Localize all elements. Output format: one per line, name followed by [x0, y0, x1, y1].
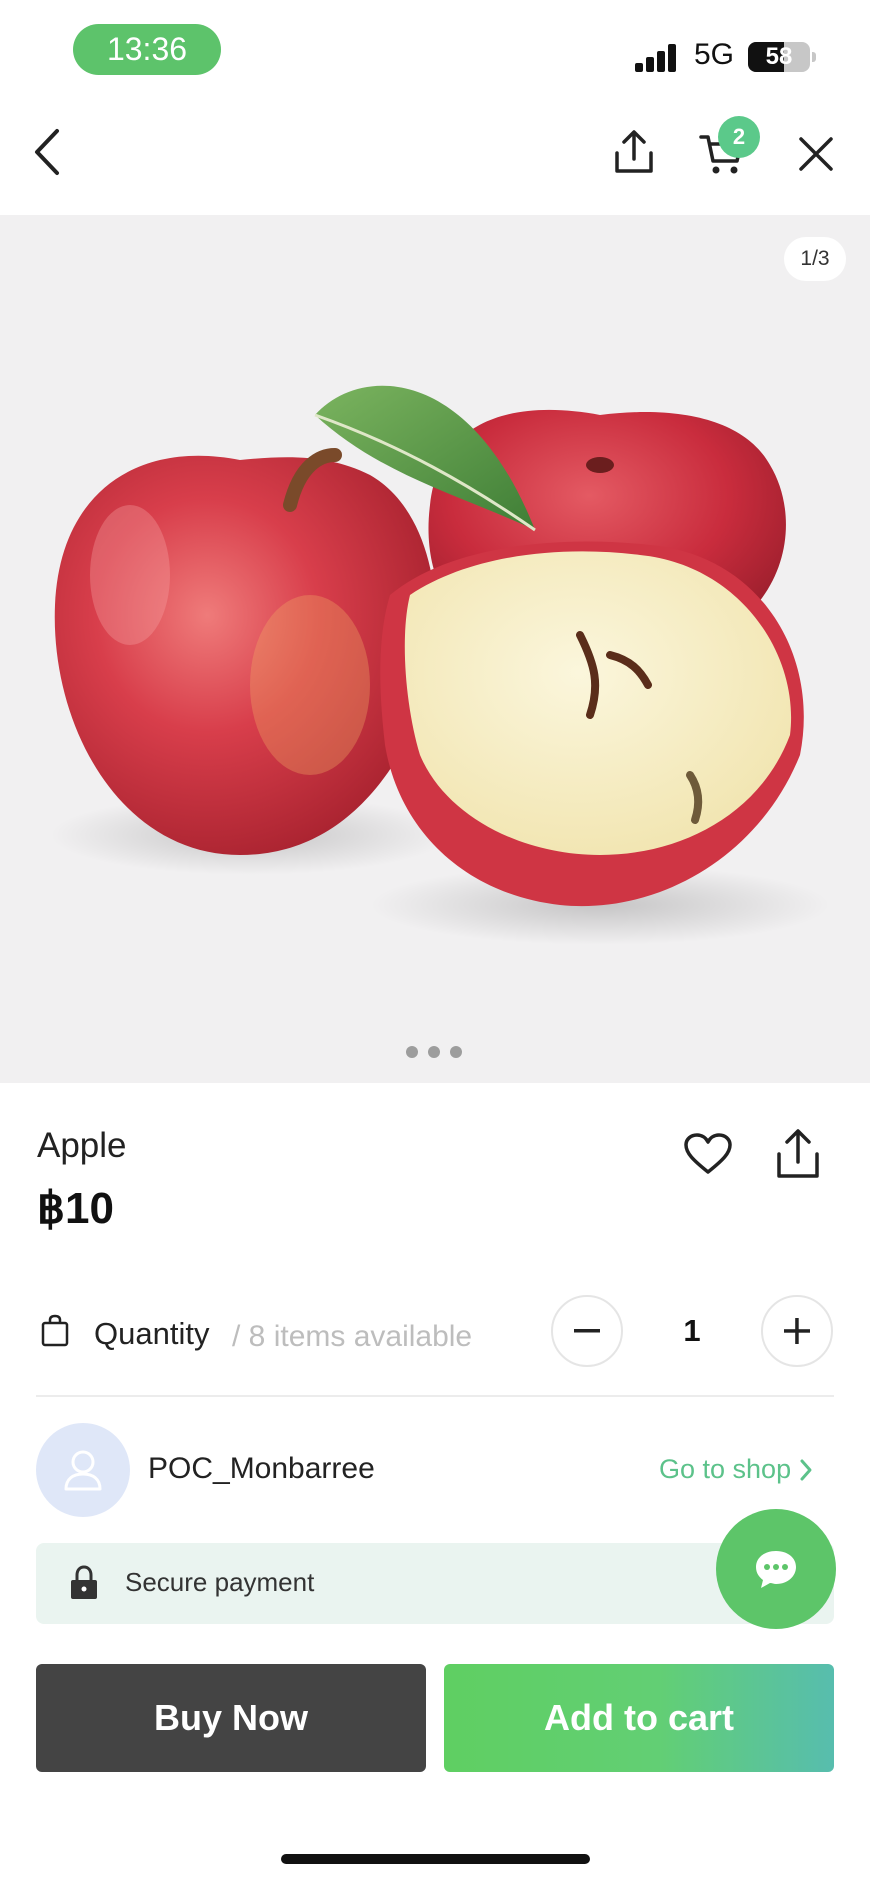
shop-avatar[interactable] [36, 1423, 130, 1517]
go-to-shop-label: Go to shop [659, 1454, 792, 1484]
cart-count-badge: 2 [718, 116, 760, 158]
share-icon [777, 1129, 819, 1178]
pagination-dot[interactable] [450, 1046, 462, 1058]
product-price: ฿10 [37, 1184, 114, 1233]
shopping-bag-icon [40, 1314, 70, 1353]
share-button[interactable] [606, 124, 662, 180]
plus-icon [784, 1318, 810, 1344]
status-time: 13:36 [73, 24, 221, 75]
store-icon [64, 1450, 102, 1491]
battery-cap [812, 52, 816, 62]
divider [36, 1395, 834, 1397]
back-button[interactable] [20, 124, 76, 180]
chat-bubble-icon [756, 1551, 796, 1588]
increase-quantity-button[interactable] [761, 1295, 833, 1367]
add-to-cart-button[interactable]: Add to cart [444, 1664, 834, 1772]
battery-icon: 58 [748, 42, 810, 72]
home-indicator [281, 1854, 590, 1864]
go-to-shop-link[interactable]: Go to shop [659, 1454, 813, 1485]
decrease-quantity-button[interactable] [551, 1295, 623, 1367]
quantity-available: / 8 items available [232, 1320, 473, 1353]
heart-icon [684, 1133, 732, 1174]
back-arrow-icon [35, 129, 59, 175]
shop-name[interactable]: POC_Monbarree [148, 1452, 375, 1486]
close-button[interactable] [788, 126, 844, 182]
product-share-button[interactable] [770, 1126, 826, 1182]
chevron-right-icon [800, 1459, 812, 1480]
close-icon [799, 137, 833, 171]
buy-now-button[interactable]: Buy Now [36, 1664, 426, 1772]
lock-icon [68, 1565, 100, 1606]
product-image-gallery[interactable] [0, 215, 870, 1083]
secure-payment-label: Secure payment [125, 1567, 315, 1597]
favorite-button[interactable] [680, 1126, 736, 1182]
share-icon [615, 130, 653, 173]
quantity-value[interactable]: 1 [672, 1313, 712, 1349]
pagination-dot[interactable] [428, 1046, 440, 1058]
network-type: 5G [694, 38, 735, 71]
product-title: Apple [37, 1126, 127, 1165]
image-counter: 1/3 [784, 237, 846, 281]
chat-button[interactable] [716, 1509, 836, 1629]
signal-icon [635, 44, 679, 72]
battery-level: 58 [765, 43, 793, 70]
minus-icon [574, 1329, 600, 1333]
quantity-label: Quantity [94, 1316, 210, 1351]
pagination-dot[interactable] [406, 1046, 418, 1058]
product-image [50, 385, 830, 945]
